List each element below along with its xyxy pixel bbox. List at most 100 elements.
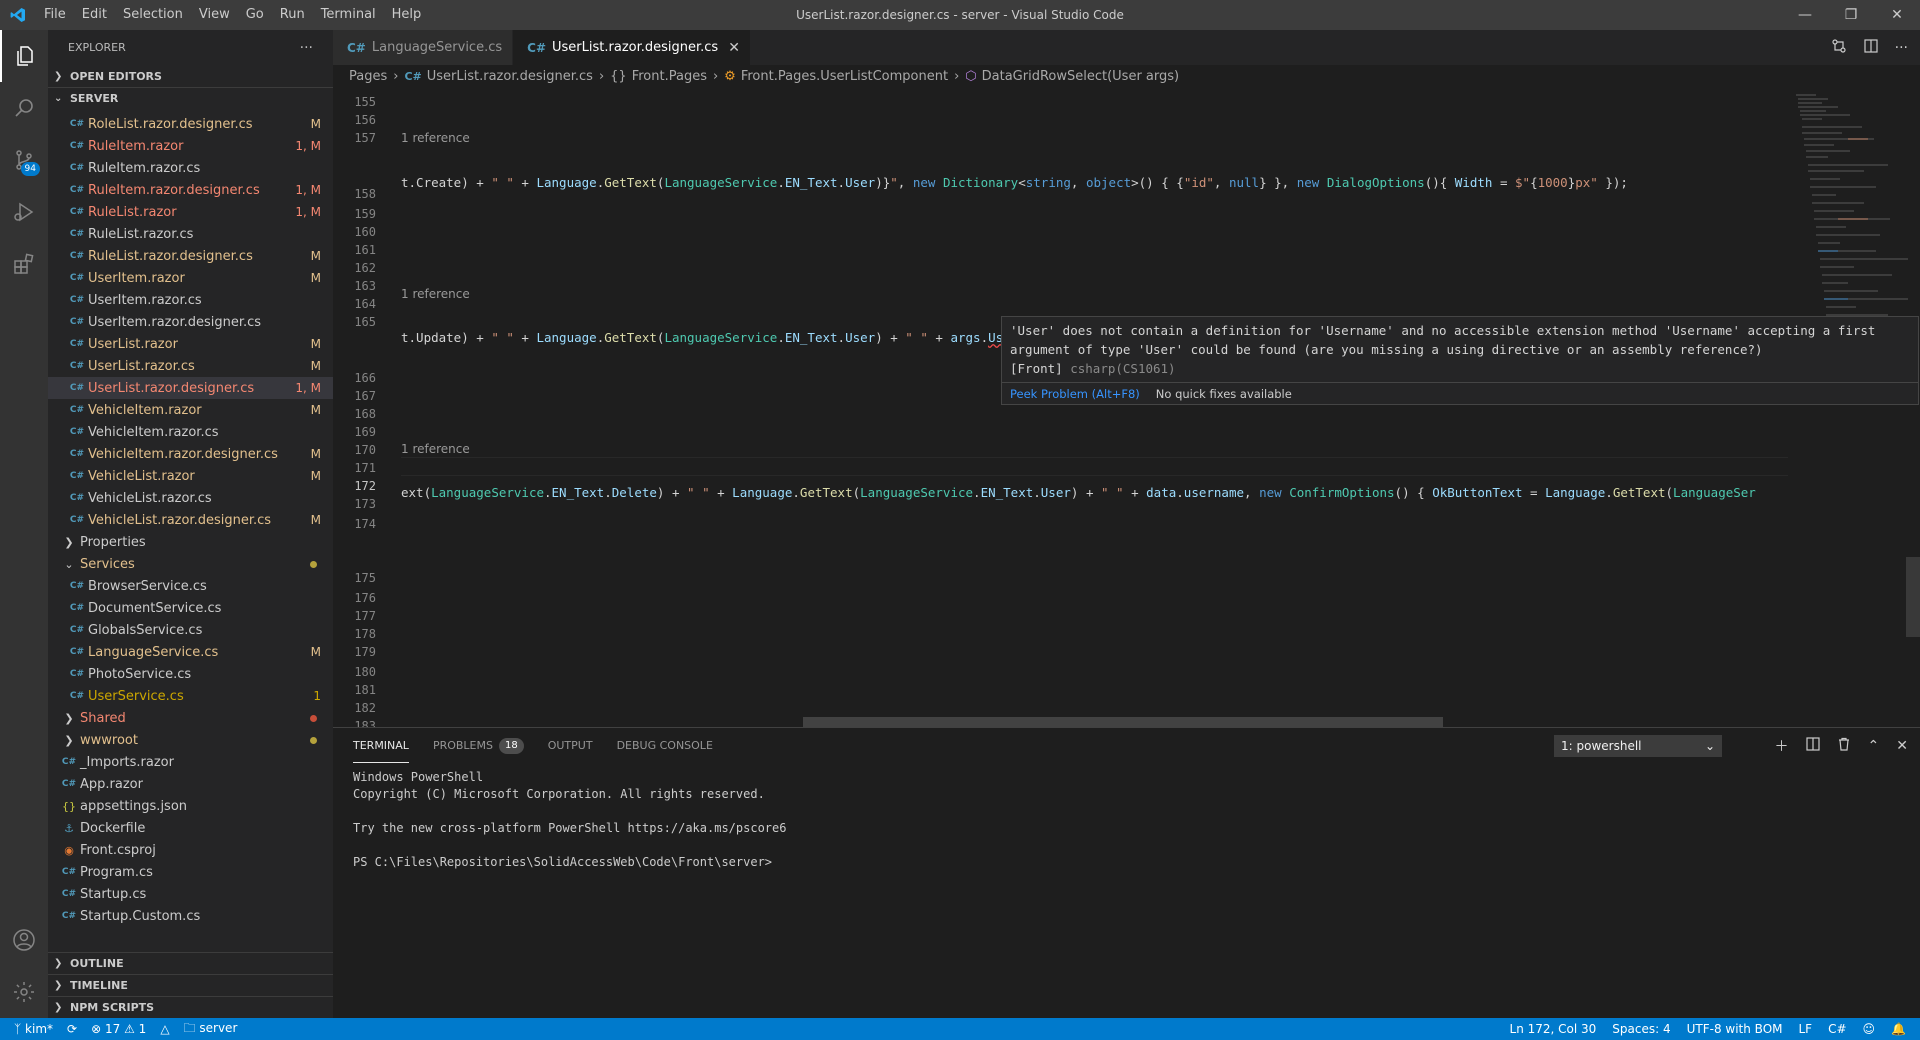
branch-item[interactable]: ᛉ kim* <box>14 1022 53 1036</box>
folder-services[interactable]: ⌄ Services <box>48 553 333 575</box>
file-ruleitem-razor-designer-cs[interactable]: C# RuleItem.razor.designer.cs 1, M <box>48 179 333 201</box>
folder-wwwroot[interactable]: ❯ wwwroot <box>48 729 333 751</box>
file-useritem-razor-cs[interactable]: C# UserItem.razor.cs <box>48 289 333 311</box>
menu-file[interactable]: File <box>36 0 74 30</box>
file-browserservice-cs[interactable]: C# BrowserService.cs <box>48 575 333 597</box>
menu-run[interactable]: Run <box>272 0 313 30</box>
file-userlist-razor-cs[interactable]: C# UserList.razor.cs M <box>48 355 333 377</box>
peek-problem-link[interactable]: Peek Problem (Alt+F8) <box>1010 387 1140 401</box>
file-globalsservice-cs[interactable]: C# GlobalsService.cs <box>48 619 333 641</box>
terminal-output[interactable]: Windows PowerShell Copyright (C) Microsof… <box>333 763 1920 877</box>
language-mode[interactable]: C# <box>1828 1022 1846 1036</box>
problems-item[interactable]: ⊗ 17 ⚠ 1 <box>91 1022 146 1036</box>
file-vehiclelist-razor[interactable]: C# VehicleList.razor M <box>48 465 333 487</box>
code-editor[interactable]: 154 155 156 157 158 159 160 161 162 163 164 165 166 1… <box>333 87 1920 727</box>
run-debug-icon[interactable] <box>0 186 48 238</box>
minimap[interactable] <box>1788 87 1912 727</box>
file-ruleitem-razor-cs[interactable]: C# RuleItem.razor.cs <box>48 157 333 179</box>
file-rolelist-razor-designer-cs[interactable]: C# RoleList.razor.designer.cs M <box>48 113 333 135</box>
more-editor-actions-icon[interactable]: ··· <box>1895 40 1908 56</box>
npm-scripts-section[interactable]: ❯ NPM SCRIPTS <box>48 996 333 1018</box>
maximize-panel-icon[interactable]: ⌃ <box>1868 738 1880 754</box>
split-terminal-icon[interactable] <box>1805 736 1820 755</box>
file-rulelist-razor-cs[interactable]: C# RuleList.razor.cs <box>48 223 333 245</box>
sync-icon[interactable]: ⟳ <box>67 1022 77 1036</box>
breadcrumb-class[interactable]: Front.Pages.UserListComponent <box>741 69 948 84</box>
live-share-icon[interactable]: △ <box>160 1022 169 1036</box>
timeline-section[interactable]: ❯ TIMELINE <box>48 974 333 996</box>
file-front-csproj[interactable]: ◉ Front.csproj <box>48 839 333 861</box>
file-appsettings-json[interactable]: {} appsettings.json <box>48 795 333 817</box>
menu-help[interactable]: Help <box>384 0 430 30</box>
file-vehicleitem-razor-designer-cs[interactable]: C# VehicleItem.razor.designer.cs M <box>48 443 333 465</box>
file-useritem-razor-designer-cs[interactable]: C# UserItem.razor.designer.cs <box>48 311 333 333</box>
code-lens[interactable]: 1 reference <box>401 287 470 301</box>
minimize-icon[interactable]: — <box>1782 0 1828 30</box>
search-icon[interactable] <box>0 82 48 134</box>
tab-problems[interactable]: PROBLEMS 18 <box>433 728 524 763</box>
close-tab-icon[interactable]: ✕ <box>728 40 740 56</box>
file-languageservice-cs[interactable]: C# LanguageService.cs M <box>48 641 333 663</box>
new-terminal-icon[interactable]: ＋ <box>1775 736 1789 756</box>
file-rulelist-razor-designer-cs[interactable]: C# RuleList.razor.designer.cs M <box>48 245 333 267</box>
file-startup-cs[interactable]: C# Startup.cs <box>48 883 333 905</box>
tab-language-service[interactable]: C# LanguageService.cs <box>333 30 514 65</box>
indentation[interactable]: Spaces: 4 <box>1612 1022 1670 1036</box>
file-app-razor[interactable]: C# App.razor <box>48 773 333 795</box>
close-panel-icon[interactable]: ✕ <box>1896 738 1908 754</box>
code-lens[interactable]: 1 reference <box>401 442 470 456</box>
breadcrumb-pages[interactable]: Pages <box>349 69 387 84</box>
close-window-icon[interactable]: ✕ <box>1874 0 1920 30</box>
folder-shared[interactable]: ❯ Shared <box>48 707 333 729</box>
tab-userlist-designer[interactable]: C# UserList.razor.designer.cs ✕ <box>513 30 751 65</box>
open-changes-icon[interactable] <box>1831 38 1847 58</box>
manage-gear-icon[interactable] <box>0 966 48 1018</box>
terminal-select[interactable]: 1: powershell ⌄ <box>1554 735 1722 757</box>
file-userlist-razor[interactable]: C# UserList.razor M <box>48 333 333 355</box>
file-useritem-razor[interactable]: C# UserItem.razor M <box>48 267 333 289</box>
file-userservice-cs[interactable]: C# UserService.cs 1 <box>48 685 333 707</box>
split-editor-icon[interactable] <box>1863 38 1879 58</box>
breadcrumb-method[interactable]: DataGridRowSelect(User args) <box>982 69 1179 84</box>
vertical-scrollbar[interactable] <box>1906 557 1920 637</box>
more-actions-icon[interactable]: ··· <box>300 40 313 56</box>
file-vehiclelist-razor-designer-cs[interactable]: C# VehicleList.razor.designer.cs M <box>48 509 333 531</box>
folder-item[interactable]: 🗀 server <box>184 1019 238 1040</box>
menu-terminal[interactable]: Terminal <box>313 0 384 30</box>
open-editors-section[interactable]: ❯ OPEN EDITORS <box>48 65 333 87</box>
end-of-line[interactable]: LF <box>1799 1022 1813 1036</box>
file-dockerfile[interactable]: ⚓ Dockerfile <box>48 817 333 839</box>
file-ruleitem-razor[interactable]: C# RuleItem.razor 1, M <box>48 135 333 157</box>
file-vehicleitem-razor[interactable]: C# VehicleItem.razor M <box>48 399 333 421</box>
restore-icon[interactable]: ❐ <box>1828 0 1874 30</box>
menu-go[interactable]: Go <box>238 0 272 30</box>
file-userlist-razor-designer-cs[interactable]: C# UserList.razor.designer.cs 1, M <box>48 377 333 399</box>
account-icon[interactable] <box>0 914 48 966</box>
code-content[interactable]: 1 reference t.Create) + " " + Language.G… <box>401 87 1841 727</box>
server-section[interactable]: ⌄ SERVER <box>48 87 333 109</box>
outline-section[interactable]: ❯ OUTLINE <box>48 952 333 974</box>
encoding[interactable]: UTF-8 with BOM <box>1687 1022 1783 1036</box>
source-control-icon[interactable]: 94 <box>0 134 48 186</box>
file-rulelist-razor[interactable]: C# RuleList.razor 1, M <box>48 201 333 223</box>
extensions-icon[interactable] <box>0 238 48 290</box>
breadcrumb-namespace[interactable]: Front.Pages <box>632 69 707 84</box>
menu-edit[interactable]: Edit <box>74 0 115 30</box>
file-documentservice-cs[interactable]: C# DocumentService.cs <box>48 597 333 619</box>
breadcrumb-file[interactable]: UserList.razor.designer.cs <box>427 69 593 84</box>
explorer-icon[interactable] <box>0 30 48 82</box>
code-lens[interactable]: 1 reference <box>401 131 470 145</box>
file-vehicleitem-razor-cs[interactable]: C# VehicleItem.razor.cs <box>48 421 333 443</box>
feedback-icon[interactable]: ☺ <box>1863 1022 1876 1036</box>
file-program-cs[interactable]: C# Program.cs <box>48 861 333 883</box>
cursor-position[interactable]: Ln 172, Col 30 <box>1510 1022 1597 1036</box>
menu-selection[interactable]: Selection <box>115 0 191 30</box>
file-photoservice-cs[interactable]: C# PhotoService.cs <box>48 663 333 685</box>
tab-terminal[interactable]: TERMINAL <box>353 728 409 763</box>
file-startup-custom-cs[interactable]: C# Startup.Custom.cs <box>48 905 333 927</box>
file--imports-razor[interactable]: C# _Imports.razor <box>48 751 333 773</box>
notifications-bell-icon[interactable]: 🔔 <box>1891 1022 1906 1036</box>
file-vehiclelist-razor-cs[interactable]: C# VehicleList.razor.cs <box>48 487 333 509</box>
menu-view[interactable]: View <box>191 0 238 30</box>
horizontal-scrollbar[interactable] <box>803 717 1443 727</box>
